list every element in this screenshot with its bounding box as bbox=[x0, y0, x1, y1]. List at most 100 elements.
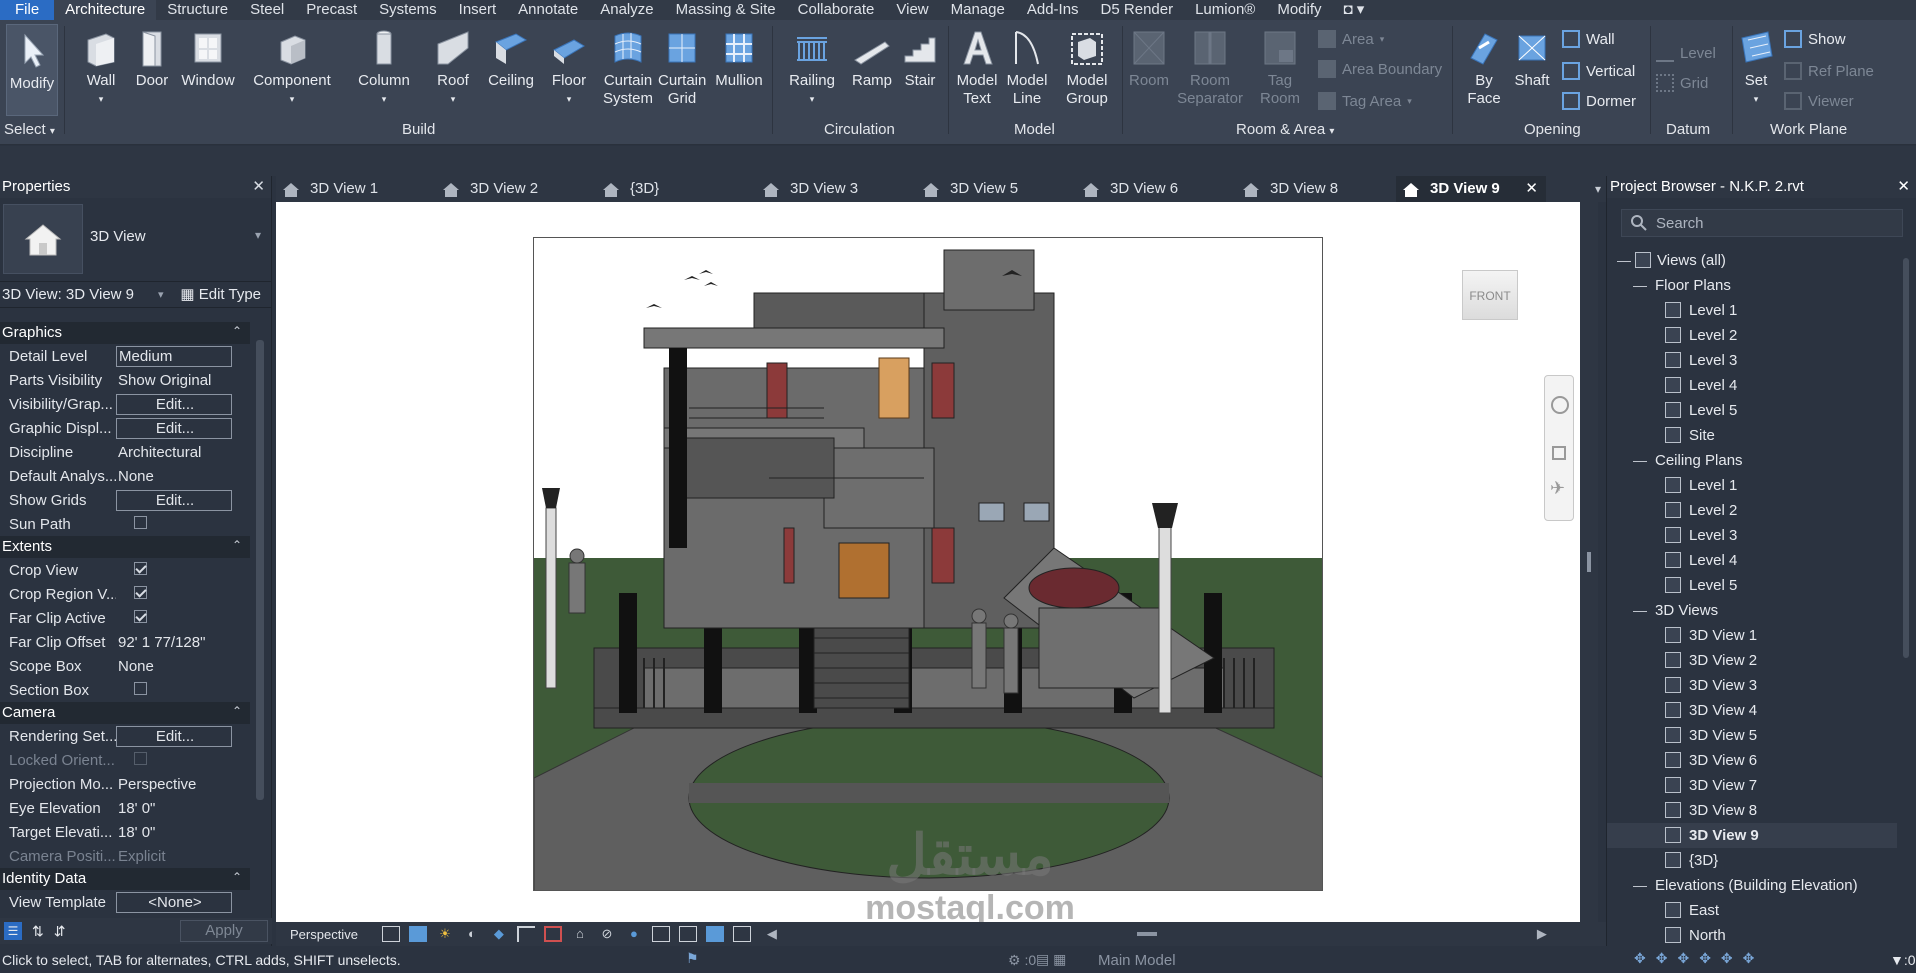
edit-button[interactable]: Edit... bbox=[116, 417, 232, 439]
prop-value[interactable]: 18' 0" bbox=[116, 800, 250, 817]
prop-crop-view[interactable]: Crop View bbox=[0, 558, 250, 582]
grid-button[interactable]: Grid bbox=[1656, 74, 1708, 92]
tree-item-view[interactable]: Level 4 bbox=[1607, 373, 1897, 398]
collapse-toggle-icon[interactable]: — bbox=[1633, 448, 1647, 473]
type-selector[interactable]: 3D View ▾ bbox=[0, 198, 271, 282]
tab-3d-view-3[interactable]: 3D View 3 bbox=[756, 176, 916, 202]
sort-ascending-icon[interactable]: ⇅ bbox=[32, 923, 44, 940]
sun-path-checkbox[interactable] bbox=[134, 515, 147, 529]
dormer-button[interactable]: Dormer bbox=[1562, 92, 1636, 110]
railing-button[interactable]: Railing ▾ bbox=[788, 28, 836, 108]
view-template-button[interactable]: <None> bbox=[116, 891, 232, 913]
tree-item-view[interactable]: 3D View 1 bbox=[1607, 623, 1897, 648]
tree-node-ceiling-plans[interactable]: — Ceiling Plans bbox=[1607, 448, 1897, 473]
section-camera[interactable]: Camera ⌃ bbox=[0, 702, 250, 724]
close-icon[interactable]: ✕ bbox=[252, 176, 265, 198]
tree-root-views[interactable]: — Views (all) bbox=[1607, 248, 1897, 273]
edit-button[interactable]: Edit... bbox=[116, 725, 232, 747]
collapse-toggle-icon[interactable]: — bbox=[1633, 873, 1647, 898]
zoom-icon[interactable] bbox=[1552, 446, 1566, 460]
menu-item-systems[interactable]: Systems bbox=[368, 0, 448, 20]
tree-item-view[interactable]: Level 5 bbox=[1607, 398, 1897, 423]
prop-value[interactable]: 92' 1 77/128" bbox=[116, 634, 250, 651]
edit-type-button[interactable]: ▦ Edit Type bbox=[180, 282, 261, 308]
tree-item-view[interactable]: {3D} bbox=[1607, 848, 1897, 873]
tree-item-view[interactable]: Level 4 bbox=[1607, 548, 1897, 573]
chevron-down-icon[interactable]: ▾ bbox=[158, 282, 164, 308]
steering-wheel-icon[interactable] bbox=[1551, 396, 1569, 414]
menu-item-add-ins[interactable]: Add-Ins bbox=[1016, 0, 1090, 20]
tree-item-view[interactable]: 3D View 3 bbox=[1607, 673, 1897, 698]
section-identity-data[interactable]: Identity Data ⌃ bbox=[0, 868, 250, 890]
tab-3d-view-2[interactable]: 3D View 2 bbox=[436, 176, 596, 202]
prop-far-clip-offset[interactable]: Far Clip Offset 92' 1 77/128" bbox=[0, 630, 250, 654]
room-button[interactable]: Room bbox=[1126, 28, 1172, 90]
collapse-icon[interactable]: ⌃ bbox=[232, 534, 242, 556]
tab-3d-view-6[interactable]: 3D View 6 bbox=[1076, 176, 1236, 202]
reveal-hidden-icon[interactable]: ● bbox=[625, 926, 643, 942]
tab-3d-view-1[interactable]: 3D View 1 bbox=[276, 176, 436, 202]
window-button[interactable]: Window bbox=[180, 28, 236, 90]
crop-view-checkbox[interactable] bbox=[134, 561, 147, 575]
tree-item-view[interactable]: East bbox=[1607, 898, 1897, 923]
tab-3d-view-8[interactable]: 3D View 8 bbox=[1236, 176, 1396, 202]
view-vertical-scrollbar[interactable] bbox=[1580, 202, 1598, 922]
prop-visibility-graphics[interactable]: Visibility/Grap... Edit... bbox=[0, 392, 250, 416]
reveal-constraints-icon[interactable] bbox=[732, 926, 751, 942]
rendering-icon[interactable]: ◆ bbox=[490, 926, 508, 942]
menu-item-file[interactable]: File bbox=[0, 0, 55, 20]
view-cube[interactable]: FRONT bbox=[1462, 270, 1518, 320]
menu-item-analyze[interactable]: Analyze bbox=[589, 0, 664, 20]
area-button[interactable]: Area ▾ bbox=[1318, 30, 1384, 48]
lock-3d-view-icon[interactable]: ⌂ bbox=[571, 926, 589, 942]
tree-item-view[interactable]: Level 1 bbox=[1607, 298, 1897, 323]
tree-item-view[interactable]: 3D View 9 bbox=[1607, 823, 1897, 848]
project-browser-scrollbar[interactable] bbox=[1899, 248, 1915, 938]
tree-item-view[interactable]: North bbox=[1607, 923, 1897, 948]
model-line-button[interactable]: Model Line bbox=[1004, 28, 1050, 108]
prop-value[interactable]: None bbox=[116, 658, 250, 675]
collapse-icon[interactable]: ⌃ bbox=[232, 866, 242, 888]
vertical-opening-button[interactable]: Vertical bbox=[1562, 62, 1635, 80]
horizontal-scrollbar-thumb[interactable] bbox=[1136, 932, 1157, 936]
far-clip-checkbox[interactable] bbox=[134, 609, 147, 623]
room-separator-button[interactable]: Room Separator bbox=[1174, 28, 1246, 108]
model-text-button[interactable]: Model Text bbox=[954, 28, 1000, 108]
tag-area-button[interactable]: Tag Area ▾ bbox=[1318, 92, 1412, 110]
tree-item-view[interactable]: 3D View 2 bbox=[1607, 648, 1897, 673]
tab-3d-view-9[interactable]: 3D View 9 ✕ bbox=[1396, 176, 1546, 202]
tree-item-view[interactable]: Level 3 bbox=[1607, 348, 1897, 373]
tree-item-view[interactable]: Level 3 bbox=[1607, 523, 1897, 548]
prop-crop-region[interactable]: Crop Region V... bbox=[0, 582, 250, 606]
prop-target-elevation[interactable]: Target Elevati... 18' 0" bbox=[0, 820, 250, 844]
prop-parts-visibility[interactable]: Parts Visibility Show Original bbox=[0, 368, 250, 392]
show-crop-region-icon[interactable] bbox=[543, 926, 562, 942]
section-graphics[interactable]: Graphics ⌃ bbox=[0, 322, 250, 344]
menu-item-massing-site[interactable]: Massing & Site bbox=[665, 0, 787, 20]
scroll-right-icon[interactable]: ▶ bbox=[1537, 926, 1547, 942]
curtain-grid-button[interactable]: Curtain Grid bbox=[658, 28, 706, 108]
highlight-displacement-icon[interactable] bbox=[705, 926, 724, 942]
level-button[interactable]: Level bbox=[1656, 44, 1716, 62]
floor-button[interactable]: Floor ▾ bbox=[548, 28, 590, 108]
wall-button[interactable]: Wall ▾ bbox=[80, 28, 122, 108]
crop-region-checkbox[interactable] bbox=[134, 585, 147, 599]
wall-opening-button[interactable]: Wall bbox=[1562, 30, 1615, 48]
prop-value[interactable]: 18' 0" bbox=[116, 824, 250, 841]
shadows-icon[interactable]: ◐ bbox=[463, 926, 481, 942]
prop-sun-path[interactable]: Sun Path bbox=[0, 512, 250, 536]
tab-3d-view-5[interactable]: 3D View 5 bbox=[916, 176, 1076, 202]
show-work-plane-button[interactable]: Show bbox=[1784, 30, 1846, 48]
prop-far-clip-active[interactable]: Far Clip Active bbox=[0, 606, 250, 630]
room-area-group-label[interactable]: Room & Area ▾ bbox=[1236, 121, 1334, 138]
menu-item-view[interactable]: View bbox=[885, 0, 939, 20]
edit-button[interactable]: Edit... bbox=[116, 489, 232, 511]
collapse-toggle-icon[interactable]: — bbox=[1633, 598, 1647, 623]
tree-node-elevations-building-elevation[interactable]: — Elevations (Building Elevation) bbox=[1607, 873, 1897, 898]
view-instance-selector[interactable]: 3D View: 3D View 9 ▾ ▦ Edit Type bbox=[0, 282, 271, 308]
tree-item-view[interactable]: 3D View 7 bbox=[1607, 773, 1897, 798]
scroll-left-icon[interactable]: ◀ bbox=[767, 926, 777, 942]
viewer-button[interactable]: Viewer bbox=[1784, 92, 1854, 110]
temporary-view-properties-icon[interactable] bbox=[651, 926, 670, 942]
prop-detail-level[interactable]: Detail Level Medium bbox=[0, 344, 250, 368]
